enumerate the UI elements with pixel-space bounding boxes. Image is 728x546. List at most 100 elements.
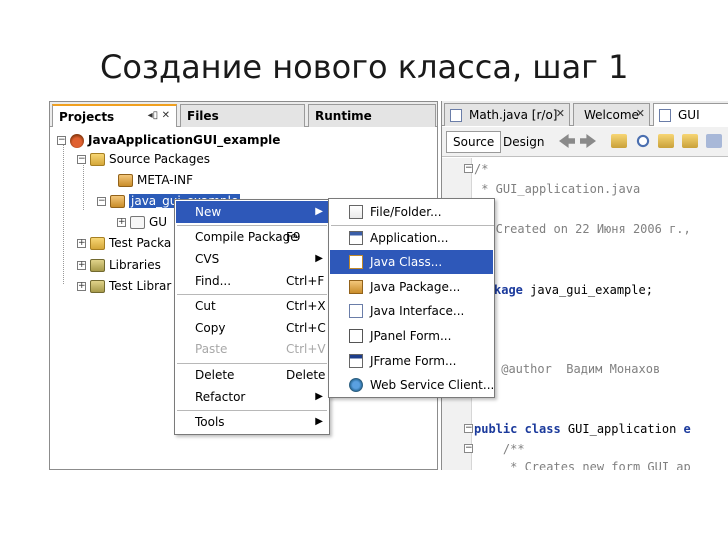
tab-math-java[interactable]: Math.java [r/o] ✕ [444,103,570,126]
submenu-item-web-service-client[interactable]: Web Service Client... [330,373,494,397]
submenu-item-java-package[interactable]: Java Package... [330,275,493,299]
class-declaration: GUI_application [560,422,684,436]
editor-tab-bar: Math.java [r/o] ✕ Welcome ✕ GUI [442,101,728,126]
submenu-arrow-icon: ▶ [315,253,323,264]
public-keyword: public class [474,422,561,436]
tab-gui-label: GUI [678,108,700,122]
submenu-arrow-icon: ▶ [315,416,323,427]
menu-item-refactor[interactable]: Refactor ▶ [176,386,328,408]
context-menu: New ▶ Compile Package F9 CVS ▶ Find... C… [174,199,330,435]
find-icon[interactable] [635,134,651,148]
tab-welcome-label: Welcome [584,108,639,122]
menu-item-label: Paste [195,342,228,356]
code-line: /** [474,442,525,456]
submenu-item-file-folder[interactable]: File/Folder... [330,200,493,224]
project-name: JavaApplicationGUI_example [88,133,281,147]
java-file-icon [130,216,145,229]
java-file-icon [659,109,671,122]
menu-item-label: Find... [195,274,232,288]
code-line: @author Вадим Монахов [494,362,661,376]
test-libraries-icon [90,280,105,293]
tab-projects[interactable]: Projects ◂▯ ✕ [52,104,177,127]
menu-shortcut: Ctrl+X [286,299,326,313]
source-button[interactable]: Source [446,131,502,153]
tab-welcome[interactable]: Welcome ✕ [573,103,650,126]
tree-row-project[interactable]: − JavaApplicationGUI_example [57,131,280,149]
source-packages-icon [90,153,105,166]
package-icon [110,195,125,208]
back-arrow-icon[interactable] [559,134,575,148]
design-button[interactable]: Design [496,131,551,153]
menu-item-copy[interactable]: Copy Ctrl+C [176,317,328,339]
find-next-icon[interactable] [658,134,674,148]
file-label: GU [149,215,168,229]
menu-shortcut: Delete [286,368,326,382]
tree-row-gui-file[interactable]: + GU [117,213,167,231]
menu-item-compile-package[interactable]: Compile Package F9 [176,226,328,248]
menu-item-new[interactable]: New ▶ [176,201,328,223]
menu-item-tools[interactable]: Tools ▶ [176,411,328,433]
menu-item-cvs[interactable]: CVS ▶ [176,248,328,270]
tree-row-source-packages[interactable]: − Source Packages [77,150,210,168]
java-interface-icon [349,304,363,318]
menu-item-label: Cut [195,299,216,313]
tree-row-test-packages[interactable]: + Test Packa [77,234,171,252]
menu-item-delete[interactable]: Delete Delete [176,364,328,386]
find-previous-icon[interactable] [611,134,627,148]
toggle-highlight-icon[interactable] [682,134,698,148]
code-line: * Creates new form GUI_ap [474,460,691,470]
tab-math-java-label: Math.java [r/o] [469,108,558,122]
menu-shortcut: Ctrl+V [286,342,326,356]
tab-files[interactable]: Files [180,104,305,127]
submenu-arrow-icon: ▶ [315,206,323,217]
forward-arrow-icon[interactable] [580,134,596,148]
menu-item-label: Refactor [195,390,246,404]
code-line: kage java_gui_example; [494,283,653,297]
collapse-icon[interactable]: − [97,197,106,206]
file-folder-icon [349,205,363,219]
new-submenu: File/Folder... Application... Java Class… [328,198,495,398]
fold-icon[interactable]: − [464,424,473,433]
tab-runtime[interactable]: Runtime [308,104,436,127]
menu-item-label: Compile Package [195,230,298,244]
extends-keyword: e [683,422,691,436]
menu-item-label: Tools [195,415,225,429]
menu-item-find[interactable]: Find... Ctrl+F [176,270,328,292]
collapse-icon[interactable]: − [57,136,66,145]
tab-gui[interactable]: GUI [653,103,728,126]
submenu-item-jpanel-form[interactable]: JPanel Form... [330,324,493,348]
code-line: /* [474,162,489,176]
submenu-item-jframe-form[interactable]: JFrame Form... [330,349,493,373]
jframe-form-icon [349,354,363,368]
close-icon[interactable]: ✕ [556,107,565,120]
fold-icon[interactable]: − [464,444,473,453]
code-line: public class GUI_application e [474,422,691,436]
collapse-icon[interactable]: − [77,155,86,164]
java-project-icon [70,133,84,148]
submenu-item-application[interactable]: Application... [330,226,493,250]
submenu-item-java-class[interactable]: Java Class... [330,250,493,274]
menu-item-paste[interactable]: Paste Ctrl+V [176,338,328,360]
expand-icon[interactable]: + [77,239,86,248]
tree-row-test-libraries[interactable]: + Test Librar [77,277,171,295]
fold-icon[interactable]: − [464,164,473,173]
code-line: * GUI_application.java [474,182,641,196]
submenu-arrow-icon: ▶ [315,391,323,402]
bookmark-icon[interactable] [706,134,722,148]
tree-row-libraries[interactable]: + Libraries [77,256,161,274]
tab-files-label: Files [187,109,219,123]
expand-icon[interactable]: + [77,261,86,270]
tree-row-meta-inf[interactable]: META-INF [118,171,193,189]
minimize-icon[interactable]: ◂▯ ✕ [148,110,170,121]
submenu-item-label: JFrame Form... [370,354,457,368]
close-icon[interactable]: ✕ [636,107,645,120]
menu-item-cut[interactable]: Cut Ctrl+X [176,295,328,317]
submenu-item-label: Application... [370,231,449,245]
menu-item-label: CVS [195,252,220,266]
menu-shortcut: F9 [286,230,301,244]
menu-shortcut: Ctrl+C [286,321,326,335]
expand-icon[interactable]: + [77,282,86,291]
submenu-item-java-interface[interactable]: Java Interface... [330,299,493,323]
jpanel-form-icon [349,329,363,343]
expand-icon[interactable]: + [117,218,126,227]
